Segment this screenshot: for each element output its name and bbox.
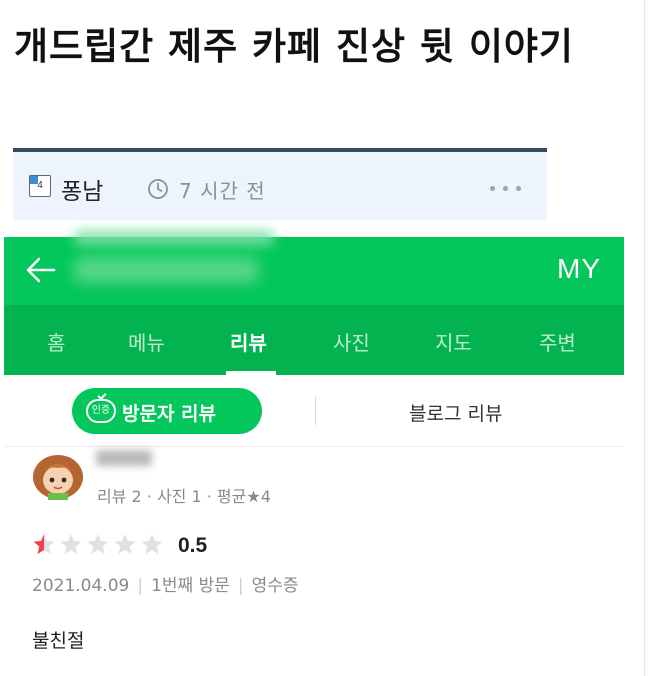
star-icon [60,534,82,554]
reviewer-stats: 리뷰 2 · 사진 1 · 평균★4 [97,487,271,506]
page-edge-divider [644,0,645,676]
post-title: 개드립간 제주 카페 진상 뒷 이야기 [14,25,574,68]
tab-menu[interactable]: 메뉴 [128,327,165,356]
star-icon [114,534,136,554]
post-meta-bar: 4 퐁남 7 시간 전 [13,148,547,220]
review-body[interactable]: 불친절 [32,626,84,653]
certified-badge-label: 인증 [91,405,111,416]
calendar-icon: 4 [29,175,51,197]
more-options-icon[interactable] [488,184,524,194]
blurred-reviewer-name [96,450,152,466]
certified-badge-icon: 인증 [86,390,116,423]
check-mark-icon [97,390,107,401]
star-rating [33,534,163,554]
reviewer-avatar[interactable] [30,450,86,500]
tab-review[interactable]: 리뷰 [230,327,267,356]
author-name[interactable]: 퐁남 [61,172,103,206]
rating-score: 0.5 [178,534,208,557]
my-button[interactable]: MY [557,253,601,285]
blurred-header-text [74,231,274,245]
star-icon [33,534,55,554]
calendar-icon-band [30,176,38,184]
clock-icon [148,179,168,199]
calendar-digit: 4 [37,180,43,191]
place-tab-bar: 홈 메뉴 리뷰 사진 지도 주변 [4,305,624,375]
visitor-review-button[interactable]: 인증 방문자 리뷰 [72,388,262,434]
tab-photo[interactable]: 사진 [333,327,370,356]
post-time: 7 시간 전 [179,179,266,203]
meta-separator: | [237,576,244,596]
star-icon [87,534,109,554]
review-type-switcher: 인증 방문자 리뷰 블로그 리뷰 [4,375,624,447]
star-icon [141,534,163,554]
tab-home[interactable]: 홈 [47,327,65,356]
visit-date: 2021.04.09 [32,576,130,596]
review-mode-divider [315,397,316,425]
review-item: 리뷰 2 · 사진 1 · 평균★4 0.5 2021.04.09 | 1번째 방문… [4,448,624,676]
blog-review-button[interactable]: 블로그 리뷰 [409,399,502,426]
visit-meta: 2021.04.09 | 1번째 방문 | 영수증 [32,571,299,596]
back-arrow-icon[interactable] [24,253,58,287]
meta-separator: | [137,576,144,596]
visitor-review-label: 방문자 리뷰 [122,403,217,425]
visit-count: 1번째 방문 [151,576,230,596]
receipt-label: 영수증 [251,576,299,596]
blurred-place-name [74,257,259,283]
tab-map[interactable]: 지도 [435,327,472,356]
app-header: MY [4,231,624,305]
tab-nearby[interactable]: 주변 [539,327,576,356]
